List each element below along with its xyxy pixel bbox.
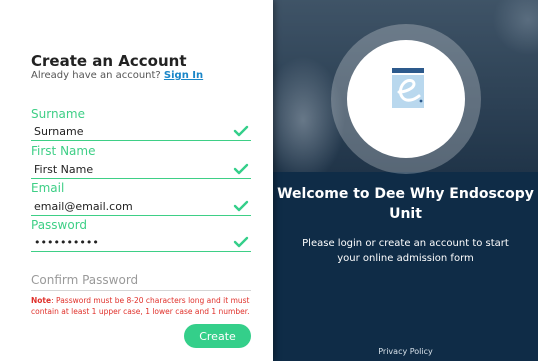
email-field-row (31, 199, 251, 216)
first-name-field-row (31, 162, 251, 179)
page: Create an Account Already have an accoun… (0, 0, 538, 361)
note-text: : Password must be 8-20 characters long … (31, 296, 250, 316)
password-label: Password (31, 218, 88, 232)
check-icon (233, 200, 249, 212)
logo-icon (392, 68, 424, 108)
surname-label: Surname (31, 107, 85, 121)
password-field-row (31, 235, 251, 252)
registration-form-panel: Create an Account Already have an accoun… (0, 0, 273, 361)
welcome-description: Please login or create an account to sta… (302, 238, 509, 264)
password-note: Note: Password must be 8-20 characters l… (31, 295, 256, 317)
sign-in-link[interactable]: Sign In (164, 70, 203, 81)
surname-field-row (31, 124, 251, 141)
surname-input[interactable] (34, 125, 229, 138)
welcome-title: Welcome to Dee Why Endoscopy Unit (277, 186, 534, 222)
sign-in-prompt-text: Already have an account? (31, 70, 164, 81)
email-input[interactable] (34, 200, 229, 213)
create-button[interactable]: Create (184, 324, 251, 348)
confirm-password-label[interactable]: Confirm Password (31, 273, 138, 287)
welcome-panel: Welcome to Dee Why Endoscopy Unit Please… (273, 0, 538, 361)
check-icon (233, 125, 249, 137)
confirm-password-underline (31, 290, 251, 291)
first-name-input[interactable] (34, 163, 229, 176)
email-label: Email (31, 181, 65, 195)
check-icon (233, 163, 249, 175)
privacy-policy-link[interactable]: Privacy Policy (273, 347, 538, 356)
password-input[interactable] (34, 236, 229, 249)
form-title: Create an Account (31, 52, 187, 70)
check-icon (233, 236, 249, 248)
first-name-label: First Name (31, 144, 96, 158)
sign-in-prompt: Already have an account? Sign In (31, 70, 203, 81)
note-label: Note (31, 296, 52, 305)
